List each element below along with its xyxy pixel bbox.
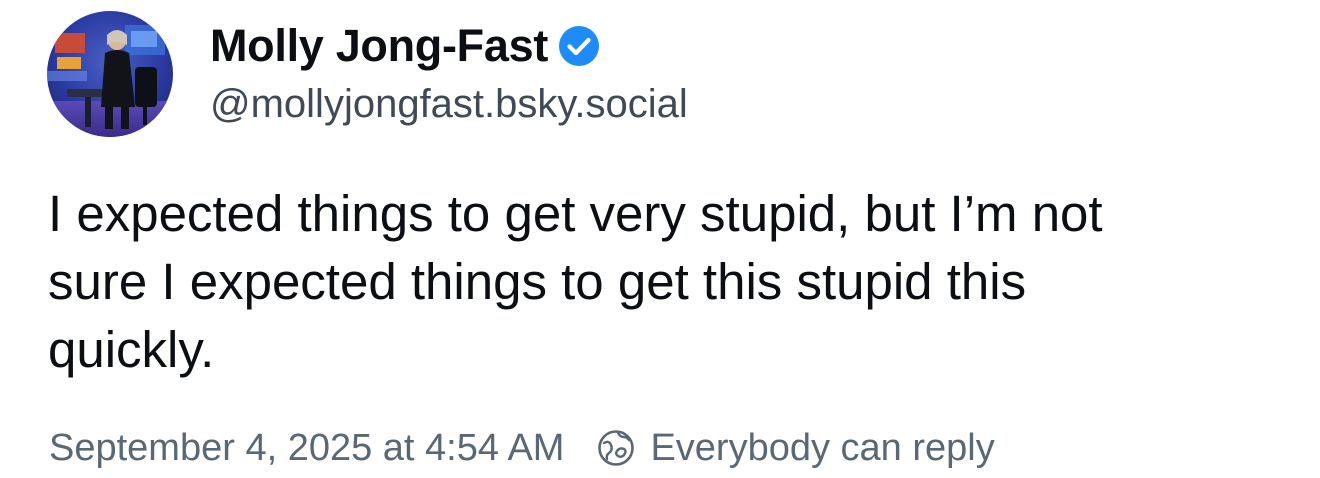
globe-icon [596, 428, 636, 468]
author-avatar[interactable] [47, 11, 173, 137]
verified-check-icon [558, 25, 600, 67]
author-name-row: Molly Jong-Fast [210, 18, 600, 74]
avatar-photo [47, 11, 173, 137]
post-text-line: I expected things to get very stupid, bu… [48, 185, 1103, 242]
post-card: Molly Jong-Fast @mollyjongfast.bsky.soci… [0, 0, 1320, 478]
reply-setting-label[interactable]: Everybody can reply [650, 427, 994, 470]
post-body: I expected things to get very stupid, bu… [48, 180, 1288, 384]
post-text-line: sure I expected things to get this stupi… [48, 253, 1027, 310]
post-meta-row: September 4, 2025 at 4:54 AM Everybody c… [49, 424, 995, 472]
post-text-line: quickly. [48, 321, 215, 378]
author-display-name[interactable]: Molly Jong-Fast [210, 20, 548, 72]
author-handle[interactable]: @mollyjongfast.bsky.social [210, 82, 688, 127]
post-timestamp[interactable]: September 4, 2025 at 4:54 AM [49, 427, 564, 470]
